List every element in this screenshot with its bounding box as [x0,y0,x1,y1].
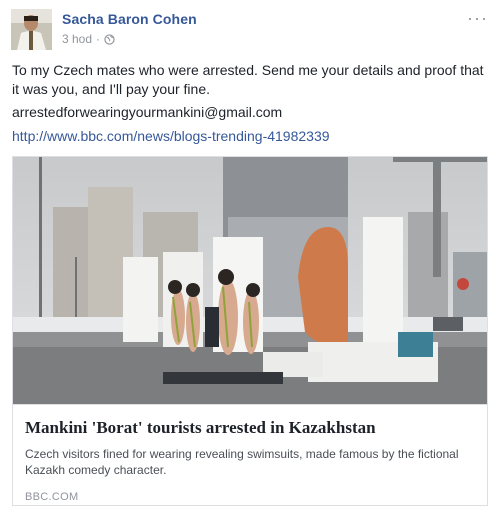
avatar-image [11,9,52,50]
author-avatar[interactable] [11,9,52,50]
post-meta: 3 hod · [62,32,115,46]
globe-icon[interactable] [104,33,115,45]
post-time[interactable]: 3 hod [62,32,92,46]
author-name[interactable]: Sacha Baron Cohen [62,11,197,27]
post-header: Sacha Baron Cohen 3 hod · ··· [11,8,488,51]
post-email: arrestedforwearingyourmankini@gmail.com [12,104,283,120]
facebook-post: Sacha Baron Cohen 3 hod · ··· To my Czec… [0,0,499,510]
link-preview-title[interactable]: Mankini 'Borat' tourists arrested in Kaz… [25,418,376,438]
more-options-icon[interactable]: ··· [467,8,488,29]
link-preview-info[interactable]: Mankini 'Borat' tourists arrested in Kaz… [13,404,487,505]
preview-photo [13,157,487,404]
link-preview-domain: BBC.COM [25,491,79,503]
post-text: To my Czech mates who were arrested. Sen… [12,62,484,97]
link-preview-description: Czech visitors fined for wearing reveali… [25,447,459,477]
meta-separator: · [96,32,101,46]
post-link[interactable]: http://www.bbc.com/news/blogs-trending-4… [12,127,330,146]
link-preview-card[interactable]: Mankini 'Borat' tourists arrested in Kaz… [12,156,488,506]
link-preview-image[interactable] [13,157,487,404]
